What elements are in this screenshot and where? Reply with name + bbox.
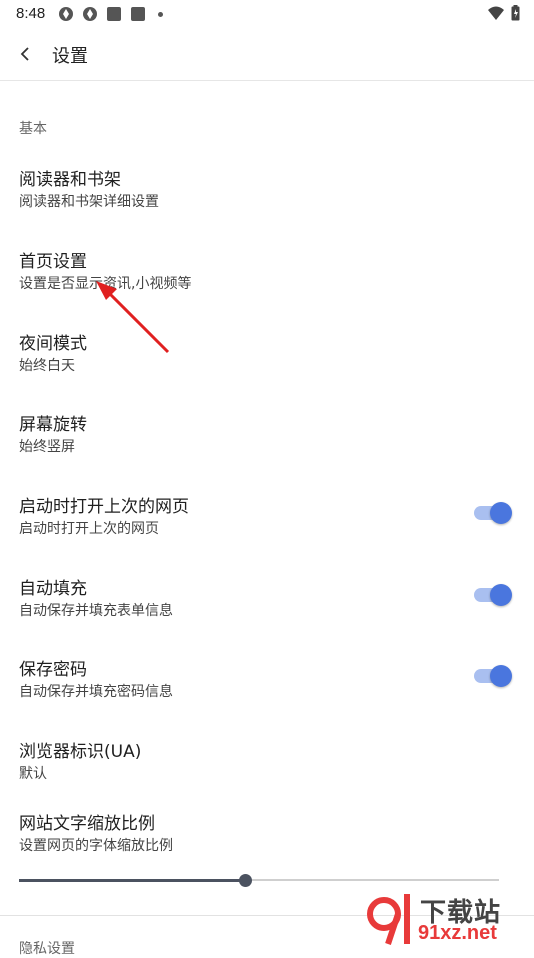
setting-title: 阅读器和书架 (19, 170, 121, 190)
slider-thumb[interactable] (238, 874, 252, 887)
setting-restore-last-page[interactable]: 启动时打开上次的网页 启动时打开上次的网页 (0, 492, 534, 564)
app-bar: 设置 (0, 28, 534, 81)
font-scale-slider[interactable] (19, 871, 499, 889)
more-notifications-dot (158, 11, 163, 17)
setting-user-agent[interactable]: 浏览器标识(UA) 默认 (0, 737, 534, 809)
setting-title: 网站文字缩放比例 (19, 814, 155, 834)
setting-subtitle: 启动时打开上次的网页 (19, 521, 159, 537)
status-bar: 8:48 (0, 0, 534, 28)
setting-save-password[interactable]: 保存密码 自动保存并填充密码信息 (0, 655, 534, 727)
status-time: 8:48 (16, 5, 46, 22)
watermark-domain: 91xz.net (418, 922, 497, 944)
setting-subtitle: 自动保存并填充密码信息 (19, 684, 173, 700)
setting-night-mode[interactable]: 夜间模式 始终白天 (0, 329, 534, 401)
setting-subtitle: 始终白天 (19, 358, 75, 374)
setting-subtitle: 设置是否显示资讯,小视频等 (19, 276, 192, 292)
setting-reader-bookshelf[interactable]: 阅读器和书架 阅读器和书架详细设置 (0, 165, 534, 237)
setting-title: 启动时打开上次的网页 (19, 497, 189, 517)
setting-homepage[interactable]: 首页设置 设置是否显示资讯,小视频等 (0, 247, 534, 319)
setting-title: 保存密码 (19, 660, 87, 680)
image-notification-icon (131, 7, 145, 21)
setting-subtitle: 设置网页的字体缩放比例 (19, 838, 173, 854)
setting-screen-rotation[interactable]: 屏幕旋转 始终竖屏 (0, 410, 534, 482)
app-notification-icon (59, 7, 73, 21)
site-watermark: 下载站 91xz.net (360, 888, 530, 948)
setting-subtitle: 自动保存并填充表单信息 (19, 603, 173, 619)
setting-subtitle: 默认 (19, 766, 47, 782)
setting-title: 浏览器标识(UA) (19, 742, 142, 762)
section-header-privacy: 隐私设置 (19, 941, 75, 957)
watermark-logo-icon (367, 894, 410, 945)
page-title: 设置 (52, 46, 88, 67)
setting-title: 首页设置 (19, 252, 87, 272)
restore-last-page-toggle[interactable] (474, 502, 512, 524)
wifi-icon (488, 6, 504, 20)
setting-title: 夜间模式 (19, 334, 87, 354)
image-notification-icon (107, 7, 121, 21)
setting-autofill[interactable]: 自动填充 自动保存并填充表单信息 (0, 574, 534, 646)
setting-subtitle: 始终竖屏 (19, 439, 75, 455)
battery-icon (511, 5, 520, 21)
save-password-toggle[interactable] (474, 665, 512, 687)
app-notification-icon (83, 7, 97, 21)
back-arrow-icon[interactable] (14, 42, 38, 66)
section-header-basic: 基本 (19, 121, 47, 137)
setting-title: 自动填充 (19, 579, 87, 599)
setting-title: 屏幕旋转 (19, 415, 87, 435)
autofill-toggle[interactable] (474, 584, 512, 606)
setting-subtitle: 阅读器和书架详细设置 (19, 194, 159, 210)
